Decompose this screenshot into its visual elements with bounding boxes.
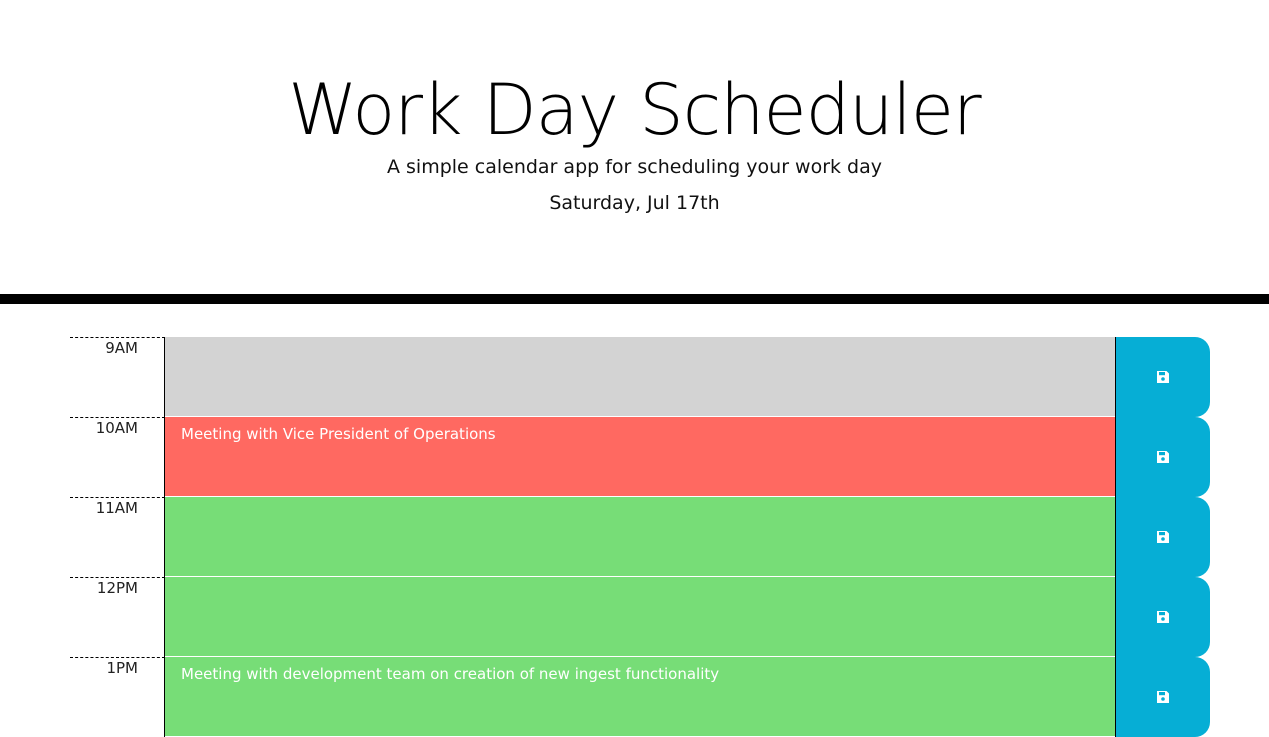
save-button[interactable] bbox=[1115, 417, 1210, 497]
time-block-9am: 9AM bbox=[70, 337, 1210, 417]
save-icon bbox=[1156, 370, 1170, 384]
event-description-input[interactable] bbox=[165, 577, 1115, 657]
page-title: Work Day Scheduler bbox=[288, 69, 981, 151]
save-icon bbox=[1156, 690, 1170, 704]
hour-label: 1PM bbox=[70, 657, 165, 737]
hour-label: 12PM bbox=[70, 577, 165, 657]
hour-label: 10AM bbox=[70, 417, 165, 497]
save-button[interactable] bbox=[1115, 577, 1210, 657]
save-button[interactable] bbox=[1115, 497, 1210, 577]
current-day: Saturday, Jul 17th bbox=[549, 192, 720, 214]
time-block-12pm: 12PM bbox=[70, 577, 1210, 657]
save-button[interactable] bbox=[1115, 337, 1210, 417]
save-icon bbox=[1156, 610, 1170, 624]
page-header: Work Day Scheduler A simple calendar app… bbox=[0, 0, 1269, 304]
event-description-input[interactable] bbox=[165, 337, 1115, 417]
save-button[interactable] bbox=[1115, 657, 1210, 737]
time-block-1pm: 1PM Meeting with development team on cre… bbox=[70, 657, 1210, 737]
time-block-11am: 11AM bbox=[70, 497, 1210, 577]
save-icon bbox=[1156, 450, 1170, 464]
scheduler-container: 9AM 10AM Meeting with Vice President of … bbox=[70, 337, 1210, 737]
hour-label: 9AM bbox=[70, 337, 165, 417]
save-icon bbox=[1156, 530, 1170, 544]
event-description-input[interactable]: Meeting with development team on creatio… bbox=[165, 657, 1115, 737]
page-subtitle: A simple calendar app for scheduling you… bbox=[386, 156, 883, 178]
event-description-input[interactable] bbox=[165, 497, 1115, 577]
hour-label: 11AM bbox=[70, 497, 165, 577]
event-description-input[interactable]: Meeting with Vice President of Operation… bbox=[165, 417, 1115, 497]
time-block-10am: 10AM Meeting with Vice President of Oper… bbox=[70, 417, 1210, 497]
